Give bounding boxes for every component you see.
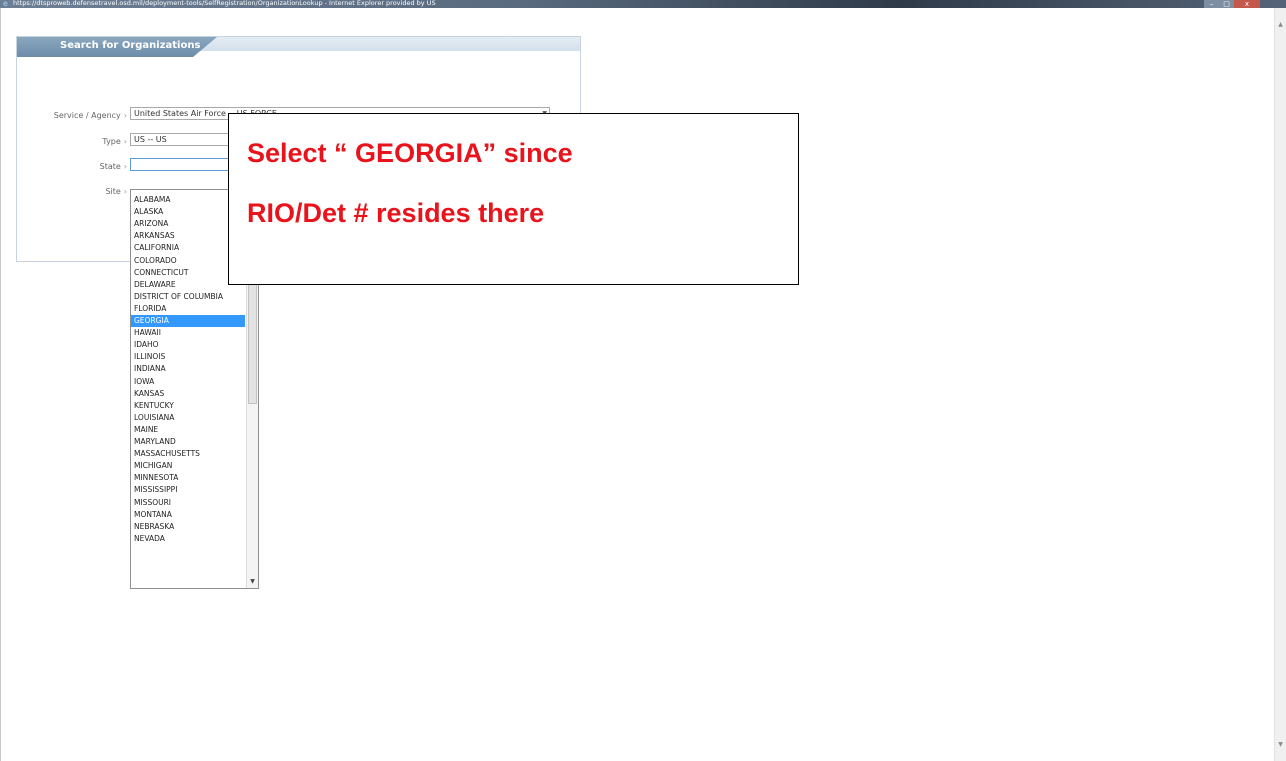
list-item[interactable]: NEVADA <box>131 533 245 545</box>
internet-explorer-icon: e <box>3 0 8 8</box>
maximize-icon[interactable]: □ <box>1219 0 1234 8</box>
list-item[interactable]: IOWA <box>131 376 245 388</box>
page-scrollbar[interactable]: ▲ ▼ <box>1274 8 1286 761</box>
scroll-down-icon[interactable]: ▼ <box>247 576 258 588</box>
type-label-text: Type <box>102 137 121 146</box>
scroll-down-icon[interactable]: ▼ <box>1275 738 1286 752</box>
site-label-text: Site <box>105 187 121 196</box>
type-value: US -- US <box>134 135 167 144</box>
list-item[interactable]: IDAHO <box>131 339 245 351</box>
list-item[interactable]: MASSACHUSETTS <box>131 448 245 460</box>
list-item[interactable]: MONTANA <box>131 509 245 521</box>
list-item[interactable]: KANSAS <box>131 388 245 400</box>
list-item[interactable]: HAWAII <box>131 327 245 339</box>
list-item[interactable]: KENTUCKY <box>131 400 245 412</box>
service-agency-label-text: Service / Agency <box>53 111 121 120</box>
panel-title: Search for Organizations <box>60 40 201 51</box>
state-label: State › <box>99 162 127 171</box>
list-item[interactable]: NEBRASKA <box>131 521 245 533</box>
list-item[interactable]: MAINE <box>131 424 245 436</box>
type-label: Type › <box>102 137 127 146</box>
list-item[interactable]: MISSOURI <box>131 497 245 509</box>
callout-line-2: RIO/Det # resides there <box>247 198 545 228</box>
list-item-selected[interactable]: GEORGIA <box>131 315 245 327</box>
list-item[interactable]: MICHIGAN <box>131 460 245 472</box>
callout-line-1: Select “ GEORGIA” since <box>247 138 573 168</box>
scroll-up-icon[interactable]: ▲ <box>1275 18 1286 32</box>
list-item[interactable]: LOUISIANA <box>131 412 245 424</box>
instruction-callout: Select “ GEORGIA” since RIO/Det # reside… <box>228 113 799 285</box>
list-item[interactable]: INDIANA <box>131 363 245 375</box>
list-item[interactable]: DISTRICT OF COLUMBIA <box>131 291 245 303</box>
window-border <box>0 8 1 761</box>
list-item[interactable]: MARYLAND <box>131 436 245 448</box>
list-item[interactable]: FLORIDA <box>131 303 245 315</box>
list-item[interactable]: MISSISSIPPI <box>131 484 245 496</box>
window-title: https://dtsproweb.defensetravel.osd.mil/… <box>13 0 436 7</box>
site-label: Site › <box>105 187 127 196</box>
minimize-icon[interactable]: – <box>1204 0 1219 8</box>
list-item[interactable]: MINNESOTA <box>131 472 245 484</box>
service-agency-label: Service / Agency › <box>53 111 127 120</box>
state-label-text: State <box>99 162 121 171</box>
list-item[interactable]: ILLINOIS <box>131 351 245 363</box>
window-controls: – □ x <box>1204 0 1260 8</box>
window-title-bar: e https://dtsproweb.defensetravel.osd.mi… <box>0 0 1286 8</box>
close-icon[interactable]: x <box>1234 0 1260 8</box>
